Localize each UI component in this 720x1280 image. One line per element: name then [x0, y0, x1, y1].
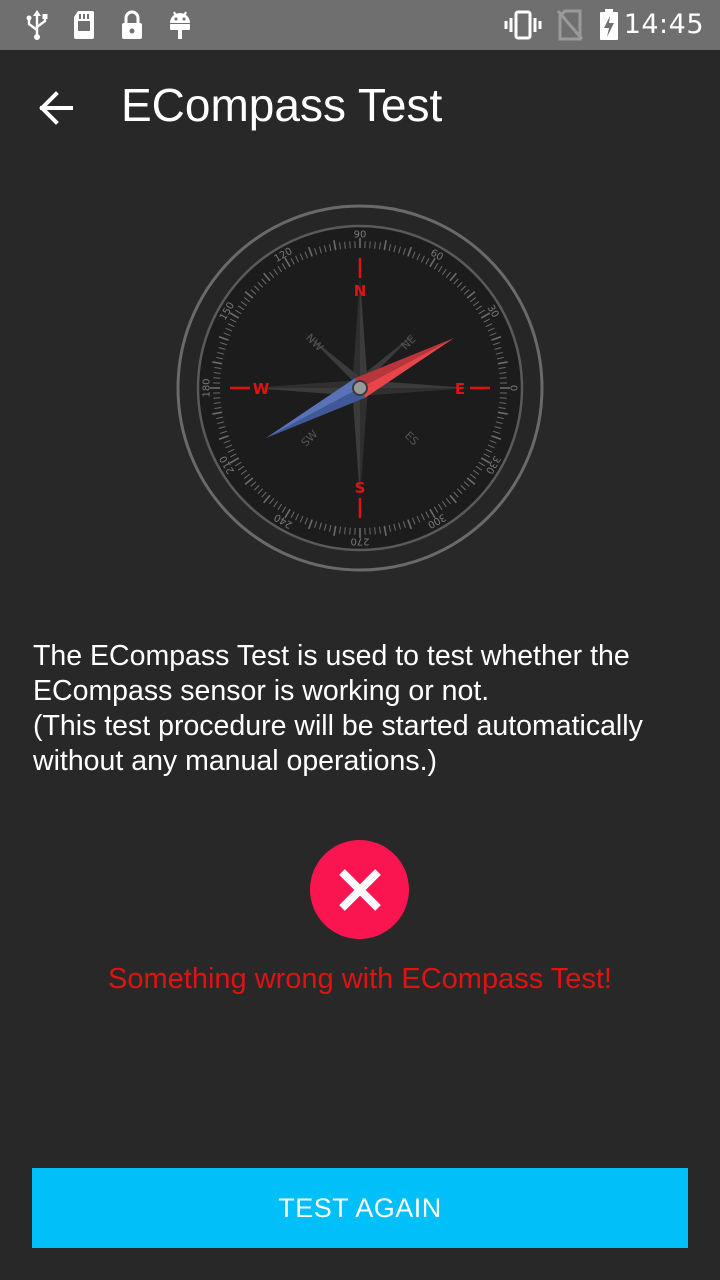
lock-icon: [122, 10, 142, 39]
cardinal-east: E: [455, 380, 465, 398]
degree-label-180: 180: [202, 378, 213, 397]
vibrate-icon: [504, 10, 542, 40]
usb-icon: [26, 10, 48, 40]
cardinal-north: N: [354, 282, 367, 300]
result-status-icon: [310, 840, 409, 939]
test-description: The ECompass Test is used to test whethe…: [33, 639, 693, 779]
degree-label-0: 0: [508, 385, 519, 391]
battery-charging-icon: [600, 9, 618, 40]
degree-label-90: 90: [354, 230, 367, 241]
sd-card-icon: [74, 11, 94, 39]
cardinal-west: W: [253, 380, 270, 398]
app-bar: ECompass Test: [0, 50, 720, 170]
compass-dial: 0306090120150180210240270300330 N S E W …: [176, 204, 544, 572]
test-again-button[interactable]: TEST AGAIN: [32, 1168, 688, 1248]
status-time: 14:45: [623, 9, 704, 40]
error-message: Something wrong with ECompass Test!: [108, 963, 612, 995]
compass-needle-pivot: [352, 380, 368, 396]
back-button[interactable]: [20, 72, 92, 144]
close-icon: [338, 868, 381, 911]
android-debug-icon: [170, 11, 190, 39]
description-line-1: The ECompass Test is used to test whethe…: [33, 640, 630, 707]
description-line-2: (This test procedure will be started aut…: [33, 710, 643, 777]
degree-label-270: 270: [350, 536, 369, 547]
status-bar: 14:45: [0, 0, 720, 50]
no-sim-icon: [556, 9, 584, 41]
cardinal-south: S: [355, 479, 366, 497]
page-title: ECompass Test: [121, 79, 443, 131]
arrow-left-icon: [39, 91, 73, 125]
